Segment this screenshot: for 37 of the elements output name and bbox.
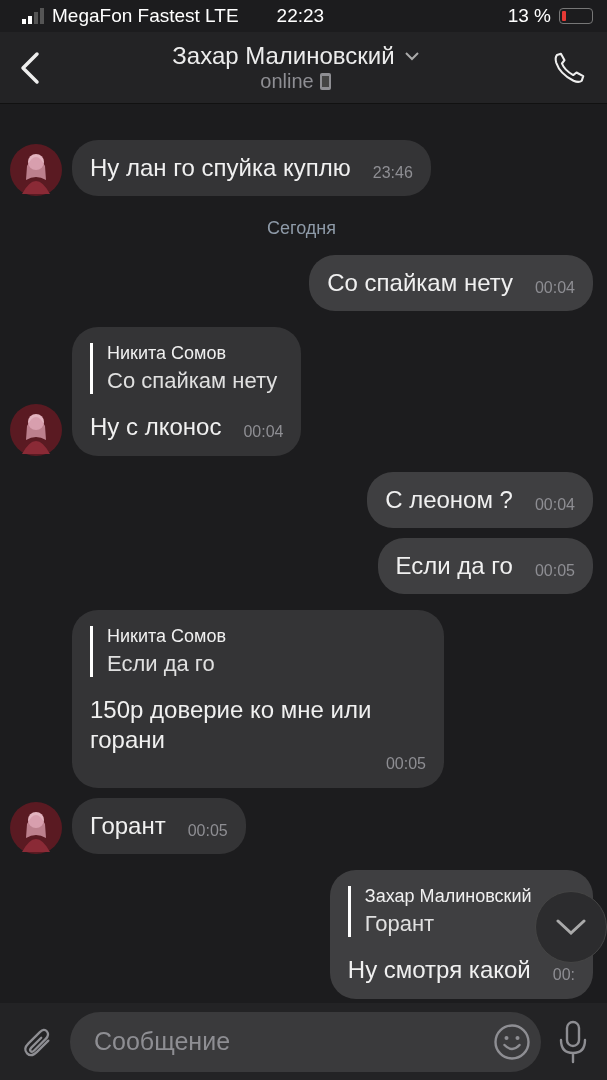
message-text: Горант bbox=[90, 811, 166, 841]
message-time: 00:05 bbox=[187, 822, 228, 841]
chat-title[interactable]: Захар Малиновский bbox=[172, 42, 395, 70]
message-field[interactable]: Сообщение bbox=[70, 1011, 541, 1072]
message-text: Ну лан го спуйка куплю bbox=[90, 153, 351, 183]
carrier-name: MegaFon Fastest LTE bbox=[52, 5, 239, 27]
message-text: Если да го bbox=[395, 551, 513, 581]
message-time: 00:04 bbox=[243, 423, 284, 442]
reply-text: Горант bbox=[364, 911, 435, 937]
message-time: 23:46 bbox=[372, 164, 413, 183]
battery-percent: 13 % bbox=[507, 5, 551, 27]
back-icon[interactable] bbox=[20, 50, 40, 85]
message-text: Ну смотря какой bbox=[347, 955, 531, 985]
message-time: 00:04 bbox=[534, 279, 575, 298]
message-text: С леоном ? bbox=[385, 485, 513, 515]
signal-icon bbox=[22, 8, 44, 24]
reply-text: Со спайкам нету bbox=[107, 368, 278, 394]
microphone-icon[interactable] bbox=[557, 1019, 589, 1064]
message-text: Ну с лконос bbox=[90, 412, 222, 442]
online-status: online bbox=[260, 70, 314, 93]
chevron-down-icon[interactable] bbox=[404, 51, 419, 61]
reply-text: Если да го bbox=[107, 651, 215, 677]
message-text: 150р доверие ко мне или горани bbox=[90, 695, 373, 755]
message-time: 00: bbox=[552, 966, 575, 985]
message-text: Со спайкам нету bbox=[327, 268, 513, 298]
message-time: 00:05 bbox=[385, 755, 426, 774]
chevron-down-icon bbox=[556, 919, 586, 935]
battery-icon bbox=[559, 8, 593, 24]
emoji-icon[interactable] bbox=[493, 1022, 531, 1061]
message-time: 00:05 bbox=[534, 562, 575, 581]
message-time: 00:04 bbox=[534, 496, 575, 515]
date-divider: Сегодня bbox=[267, 218, 336, 239]
clock: 22:23 bbox=[276, 5, 325, 27]
reply-author: Никита Сомов bbox=[107, 626, 226, 647]
reply-author: Захар Малиновский bbox=[364, 886, 532, 907]
reply-author: Никита Сомов bbox=[107, 343, 226, 364]
phone-device-icon bbox=[319, 73, 331, 90]
